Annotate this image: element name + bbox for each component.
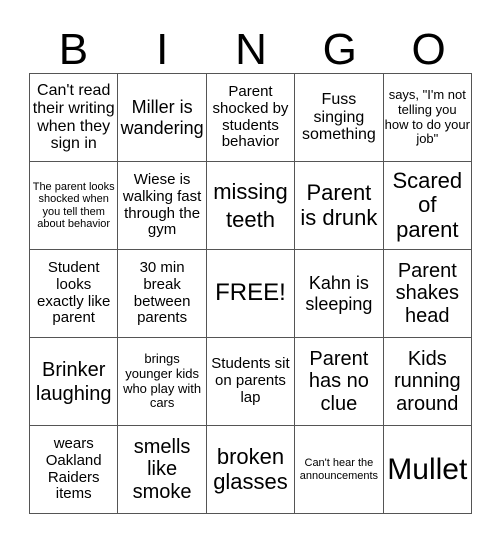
bingo-cell[interactable]: broken glasses: [206, 426, 296, 514]
bingo-cell[interactable]: Mullet: [383, 426, 472, 514]
bingo-cell[interactable]: Kahn is sleeping: [295, 250, 384, 338]
header-letter-i: I: [156, 25, 169, 74]
bingo-cell[interactable]: Parent shakes head: [383, 250, 472, 338]
bingo-cell[interactable]: says, "I'm not telling you how to do you…: [383, 74, 472, 162]
bingo-cell[interactable]: Student looks exactly like parent: [30, 250, 119, 338]
header-letter-b: B: [58, 25, 89, 74]
bingo-cell[interactable]: Parent is drunk: [295, 162, 384, 250]
bingo-cell[interactable]: The parent looks shocked when you tell t…: [30, 162, 119, 250]
bingo-cell[interactable]: brings younger kids who play with cars: [118, 338, 207, 426]
bingo-cell[interactable]: Fuss singing something: [295, 74, 384, 162]
bingo-cell[interactable]: Wiese is walking fast through the gym: [118, 162, 207, 250]
header-letter-o: O: [411, 25, 446, 74]
bingo-cell[interactable]: Brinker laughing: [30, 338, 119, 426]
bingo-cell[interactable]: Kids running around: [383, 338, 472, 426]
bingo-cell[interactable]: Students sit on parents lap: [206, 338, 296, 426]
bingo-cell[interactable]: smells like smoke: [118, 426, 207, 514]
header-letter-g: G: [322, 25, 357, 74]
bingo-header: B I N G O: [29, 28, 473, 72]
bingo-grid: Can't read their writing when they sign …: [29, 73, 472, 514]
bingo-cell[interactable]: Can't read their writing when they sign …: [30, 74, 119, 162]
header-letter-n: N: [235, 25, 267, 74]
bingo-cell[interactable]: Can't hear the announcements: [295, 426, 384, 514]
bingo-cell[interactable]: Scared of parent: [383, 162, 472, 250]
bingo-cell[interactable]: wears Oakland Raiders items: [30, 426, 119, 514]
bingo-cell[interactable]: Parent shocked by students behavior: [206, 74, 296, 162]
free-space[interactable]: FREE!: [206, 250, 296, 338]
bingo-cell[interactable]: Miller is wandering: [118, 74, 207, 162]
bingo-cell[interactable]: 30 min break between parents: [118, 250, 207, 338]
bingo-cell[interactable]: Parent has no clue: [295, 338, 384, 426]
bingo-cell[interactable]: missing teeth: [206, 162, 296, 250]
